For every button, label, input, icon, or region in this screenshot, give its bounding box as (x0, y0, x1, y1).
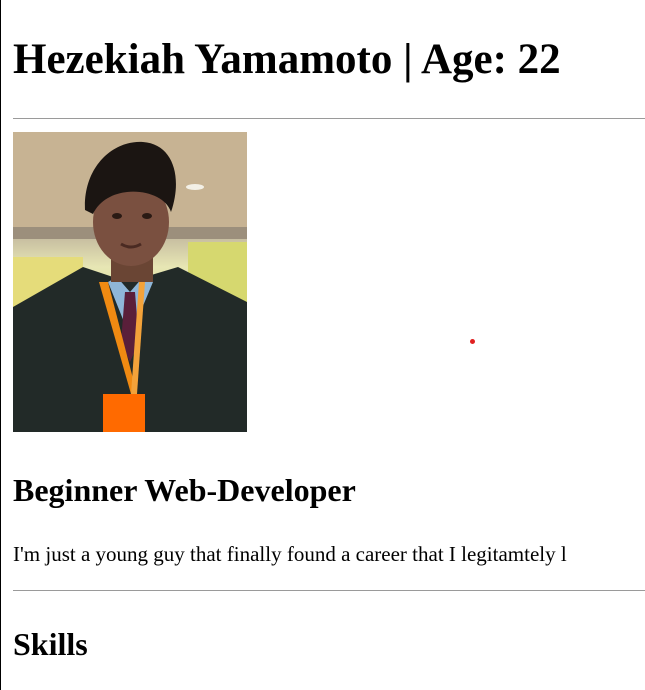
page-title: Hezekiah Yamamoto | Age: 22 (13, 36, 561, 83)
skills-heading: Skills (13, 626, 88, 662)
bio-text: I'm just a young guy that finally found … (13, 542, 567, 566)
person-photo-icon (13, 132, 247, 432)
divider-top (13, 118, 645, 119)
profile-photo (13, 132, 247, 432)
divider-bottom (13, 590, 645, 591)
page-left-border (0, 0, 1, 690)
role-heading: Beginner Web-Developer (13, 472, 356, 508)
red-dot-marker (470, 339, 475, 344)
